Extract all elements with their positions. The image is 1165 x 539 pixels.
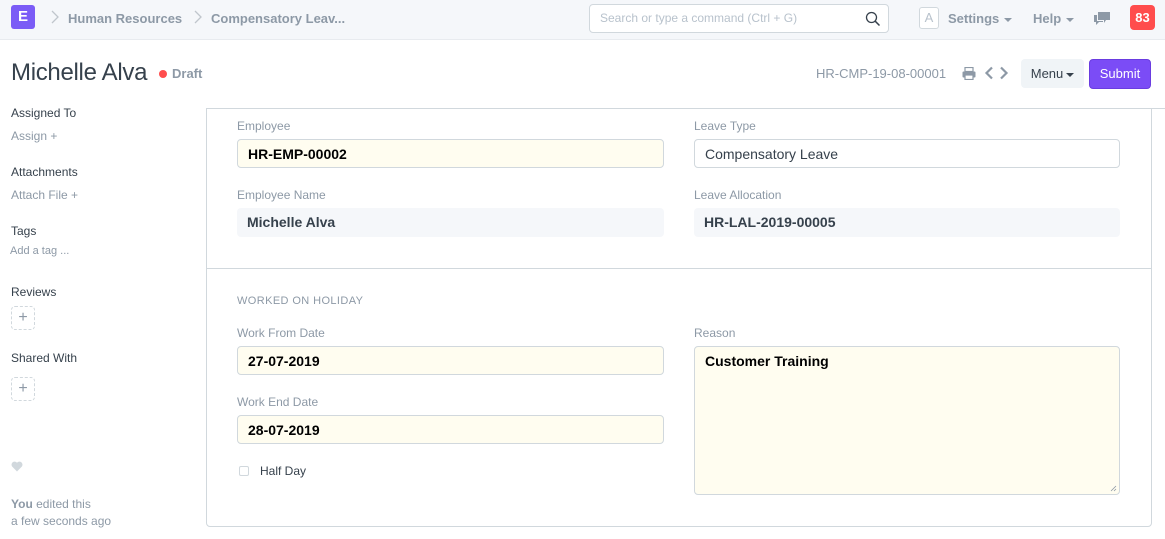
section-title-worked-on-holiday: WORKED ON HOLIDAY bbox=[237, 295, 364, 307]
activity-text: edited this bbox=[32, 497, 91, 511]
search-input[interactable] bbox=[600, 11, 860, 25]
app-logo[interactable]: E bbox=[11, 5, 35, 29]
next-record-icon[interactable] bbox=[999, 66, 1009, 80]
attach-file-link[interactable]: Attach File + bbox=[11, 188, 78, 202]
section-divider bbox=[207, 268, 1151, 269]
like-heart-icon[interactable] bbox=[11, 461, 23, 472]
settings-label: Settings bbox=[948, 11, 1000, 26]
breadcrumb-human-resources[interactable]: Human Resources bbox=[68, 11, 182, 26]
resize-handle-icon[interactable] bbox=[1110, 485, 1117, 492]
add-review-button[interactable]: + bbox=[11, 306, 35, 330]
add-share-button[interactable]: + bbox=[11, 377, 35, 401]
employee-field[interactable]: HR-EMP-00002 bbox=[237, 139, 664, 168]
previous-record-icon[interactable] bbox=[984, 66, 994, 80]
activity-edited: You edited this bbox=[11, 497, 91, 511]
submit-button[interactable]: Submit bbox=[1089, 59, 1151, 89]
assigned-to-heading: Assigned To bbox=[11, 106, 77, 120]
leave-type-field[interactable]: Compensatory Leave bbox=[694, 139, 1120, 168]
work-from-date-field[interactable]: 27-07-2019 bbox=[237, 346, 664, 375]
print-icon[interactable] bbox=[962, 67, 976, 80]
tags-heading: Tags bbox=[11, 224, 37, 238]
menu-label: Menu bbox=[1030, 66, 1064, 81]
help-label: Help bbox=[1033, 11, 1062, 26]
reason-textarea[interactable]: Customer Training bbox=[694, 346, 1120, 495]
work-end-date-label: Work End Date bbox=[237, 395, 319, 409]
chevron-right-icon bbox=[51, 10, 59, 24]
status-badge: Draft bbox=[172, 66, 203, 81]
employee-name-label: Employee Name bbox=[237, 188, 326, 202]
leave-type-label: Leave Type bbox=[694, 119, 756, 133]
shared-with-heading: Shared With bbox=[11, 351, 78, 365]
half-day-checkbox[interactable] bbox=[239, 466, 249, 476]
employee-name-field: Michelle Alva bbox=[237, 208, 664, 237]
reviews-heading: Reviews bbox=[11, 285, 57, 299]
page-title: Michelle Alva bbox=[11, 59, 148, 86]
settings-dropdown[interactable]: Settings bbox=[948, 11, 1013, 26]
caret-down-icon bbox=[1066, 17, 1075, 22]
leave-allocation-field: HR-LAL-2019-00005 bbox=[694, 208, 1120, 237]
help-dropdown[interactable]: Help bbox=[1033, 11, 1075, 26]
caret-down-icon bbox=[1066, 72, 1075, 77]
reason-text: Customer Training bbox=[705, 353, 829, 369]
draft-indicator-icon bbox=[159, 70, 167, 78]
attachments-heading: Attachments bbox=[11, 165, 78, 179]
leave-allocation-label: Leave Allocation bbox=[694, 188, 782, 202]
half-day-label[interactable]: Half Day bbox=[260, 464, 306, 478]
reason-label: Reason bbox=[694, 326, 736, 340]
caret-down-icon bbox=[1004, 17, 1013, 22]
activity-timestamp: a few seconds ago bbox=[11, 514, 112, 528]
breadcrumb-compensatory-leave[interactable]: Compensatory Leav... bbox=[211, 11, 345, 26]
search-icon[interactable] bbox=[865, 11, 881, 27]
chevron-right-icon bbox=[194, 10, 202, 24]
work-end-date-field[interactable]: 28-07-2019 bbox=[237, 415, 664, 444]
notification-badge[interactable]: 83 bbox=[1130, 5, 1155, 30]
menu-button[interactable]: Menu bbox=[1021, 59, 1084, 88]
activity-user: You bbox=[11, 497, 33, 511]
navbar: E Human Resources Compensatory Leav... A… bbox=[0, 0, 1165, 40]
add-tag-input[interactable]: Add a tag ... bbox=[10, 245, 69, 257]
header-divider bbox=[206, 108, 1165, 109]
search-bar[interactable] bbox=[589, 4, 889, 33]
work-from-date-label: Work From Date bbox=[237, 326, 325, 340]
chat-icon[interactable] bbox=[1093, 10, 1111, 26]
user-avatar[interactable]: A bbox=[919, 7, 939, 29]
document-name: HR-CMP-19-08-00001 bbox=[816, 66, 947, 81]
employee-label: Employee bbox=[237, 119, 291, 133]
assign-link[interactable]: Assign + bbox=[11, 129, 57, 143]
